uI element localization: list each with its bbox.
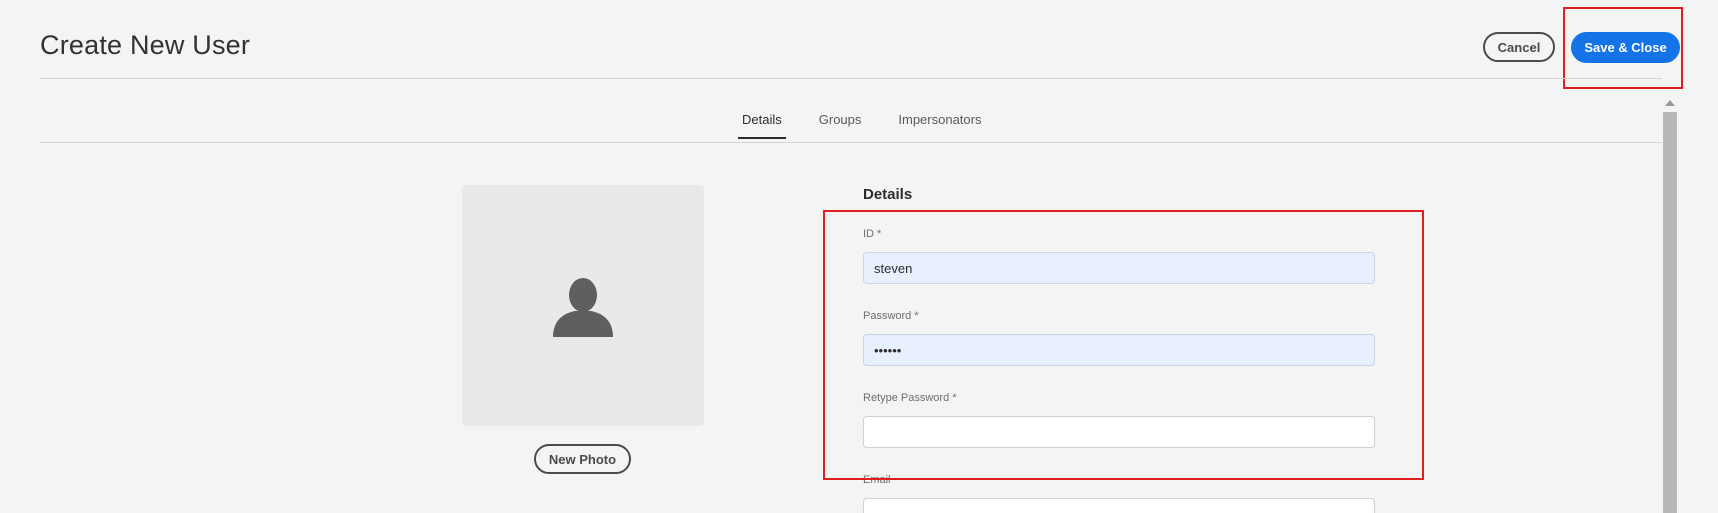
new-photo-button[interactable]: New Photo <box>534 444 631 474</box>
tab-details[interactable]: Details <box>738 110 786 139</box>
user-photo <box>462 185 704 426</box>
scrollbar-thumb[interactable] <box>1663 112 1677 513</box>
tab-bar: Details Groups Impersonators <box>738 110 985 139</box>
tab-groups[interactable]: Groups <box>815 110 866 139</box>
highlight-box-save <box>1563 7 1683 89</box>
tabs-divider <box>40 142 1662 143</box>
details-heading: Details <box>863 186 913 203</box>
user-silhouette-icon <box>553 278 613 337</box>
header-divider <box>40 78 1662 79</box>
cancel-button[interactable]: Cancel <box>1483 32 1555 62</box>
page-title: Create New User <box>40 30 251 60</box>
scroll-up-arrow-icon[interactable] <box>1665 100 1675 106</box>
email-input[interactable] <box>863 498 1375 513</box>
tab-impersonators[interactable]: Impersonators <box>894 110 985 139</box>
highlight-box-form <box>823 210 1424 480</box>
create-user-page: Create New User Cancel Save & Close Deta… <box>0 0 1718 513</box>
